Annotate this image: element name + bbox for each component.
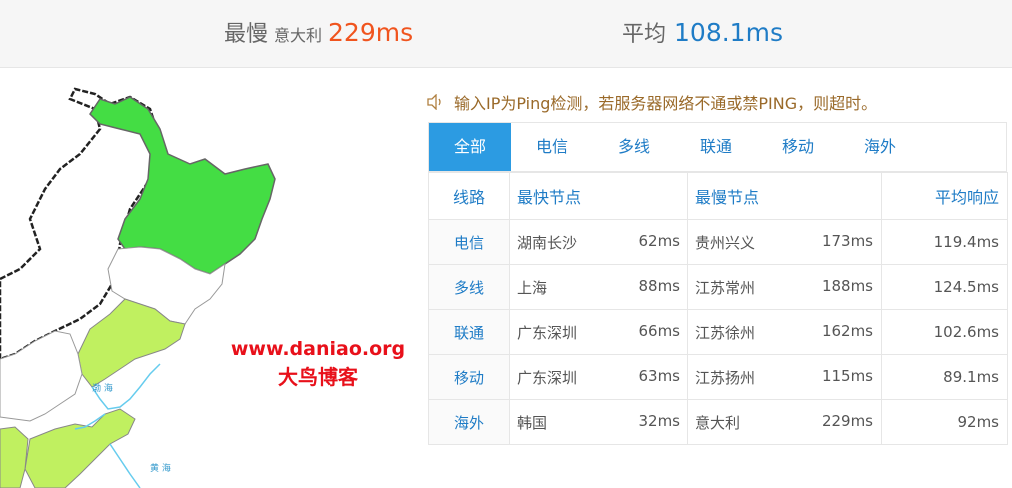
table-row: 电信 湖南长沙 62ms 贵州兴义 173ms 119.4ms xyxy=(428,219,1008,265)
watermark-name: 大鸟博客 xyxy=(278,365,358,389)
tab-overseas[interactable]: 海外 xyxy=(839,123,921,171)
ping-result-table: 线路 最快节点 最慢节点 平均响应 电信 湖南长沙 62ms 贵州兴义 173ms … xyxy=(428,172,1008,445)
slowest-location: 意大利 xyxy=(274,26,323,45)
average-value: 108.1ms xyxy=(674,18,783,47)
table-row: 海外 韩国 32ms 意大利 229ms 92ms xyxy=(428,399,1008,445)
slowest-value: 229ms xyxy=(328,18,414,47)
ping-notice: 输入IP为Ping检测，若服务器网络不通或禁PING，则超时。 xyxy=(426,90,877,114)
fast-node: 韩国 xyxy=(517,413,548,432)
slow-ms: 162ms xyxy=(821,321,873,340)
fast-ms: 62ms xyxy=(638,231,680,250)
watermark: www.daniao.org 大鸟博客 xyxy=(226,338,410,390)
slow-node: 江苏扬州 xyxy=(695,368,756,387)
avg-ms: 89.1ms xyxy=(881,354,1008,400)
slowest-label: 最慢 xyxy=(224,22,269,47)
avg-ms: 102.6ms xyxy=(881,309,1008,355)
map-region-shanxi xyxy=(0,426,29,488)
fast-ms: 63ms xyxy=(638,366,680,385)
avg-ms: 119.4ms xyxy=(881,219,1008,265)
header-slowest: 最慢节点 xyxy=(687,172,882,220)
avg-ms: 124.5ms xyxy=(881,264,1008,310)
speaker-icon xyxy=(427,94,441,110)
slow-ms: 173ms xyxy=(821,231,873,250)
table-row: 移动 广东深圳 63ms 江苏扬州 115ms 89.1ms xyxy=(428,354,1008,400)
table-row: 联通 广东深圳 66ms 江苏徐州 162ms 102.6ms xyxy=(428,309,1008,355)
slow-ms: 115ms xyxy=(821,366,873,385)
fast-ms: 66ms xyxy=(638,321,680,340)
average-summary: 平均 108.1ms xyxy=(622,16,783,48)
row-line: 多线 xyxy=(428,264,510,310)
tab-unicom[interactable]: 联通 xyxy=(675,123,757,171)
average-label: 平均 xyxy=(622,22,667,47)
watermark-url: www.daniao.org xyxy=(230,338,406,360)
fast-node: 上海 xyxy=(517,278,548,297)
header-line: 线路 xyxy=(428,172,510,220)
fast-node: 广东深圳 xyxy=(517,323,578,342)
slow-ms: 229ms xyxy=(821,411,873,430)
tab-multiline[interactable]: 多线 xyxy=(593,123,675,171)
result-panel: 全部 电信 多线 联通 移动 海外 线路 最快节点 最慢节点 平均响应 电信 湖… xyxy=(428,122,1008,445)
row-line: 海外 xyxy=(428,399,510,445)
slow-node: 江苏徐州 xyxy=(695,323,756,342)
row-line: 联通 xyxy=(428,309,510,355)
table-row: 多线 上海 88ms 江苏常州 188ms 124.5ms xyxy=(428,264,1008,310)
notice-text: 输入IP为Ping检测，若服务器网络不通或禁PING，则超时。 xyxy=(454,94,878,113)
table-header-row: 线路 最快节点 最慢节点 平均响应 xyxy=(428,172,1008,220)
tab-mobile[interactable]: 移动 xyxy=(757,123,839,171)
slow-node: 贵州兴义 xyxy=(695,233,756,252)
map-sea-coastline-3 xyxy=(109,443,141,488)
map-sea-label-huanghai: 黄 海 xyxy=(150,462,171,474)
header-average: 平均响应 xyxy=(881,172,1008,220)
slow-ms: 188ms xyxy=(821,276,873,295)
tab-all[interactable]: 全部 xyxy=(429,123,511,171)
tab-telecom[interactable]: 电信 xyxy=(511,123,593,171)
fast-ms: 88ms xyxy=(638,276,680,295)
fast-node: 湖南长沙 xyxy=(517,233,578,252)
avg-ms: 92ms xyxy=(881,399,1008,445)
slow-node: 江苏常州 xyxy=(695,278,756,297)
row-line: 移动 xyxy=(428,354,510,400)
summary-bar: 最慢 意大利 229ms 平均 108.1ms xyxy=(0,0,1012,68)
map-sea-label-bohai: 渤 海 xyxy=(92,382,113,394)
header-fastest: 最快节点 xyxy=(509,172,688,220)
china-map-svg: 渤 海 黄 海 xyxy=(0,87,276,488)
slow-node: 意大利 xyxy=(695,413,741,432)
isp-tabs: 全部 电信 多线 联通 移动 海外 xyxy=(428,122,1007,172)
fast-node: 广东深圳 xyxy=(517,368,578,387)
map-region-shandong xyxy=(24,408,136,488)
slowest-summary: 最慢 意大利 229ms xyxy=(224,16,413,48)
fast-ms: 32ms xyxy=(638,411,680,430)
row-line: 电信 xyxy=(428,219,510,265)
ping-map[interactable]: 渤 海 黄 海 xyxy=(0,69,420,488)
